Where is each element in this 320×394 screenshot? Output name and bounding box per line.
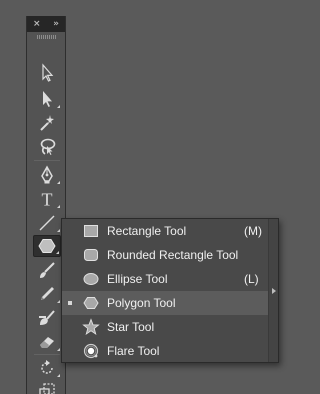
flyout-item-label: Polygon Tool [107, 296, 176, 310]
selection-tool[interactable] [33, 62, 61, 84]
selection-tool-icon [42, 63, 54, 82]
rounded-rectangle-icon [84, 249, 98, 261]
direct-selection-tool-icon [43, 91, 52, 107]
flyout-item-shortcut: (M) [244, 224, 262, 238]
flyout-item-label: Rectangle Tool [107, 224, 187, 238]
flyout-item-label: Flare Tool [107, 344, 160, 358]
flyout-item-label: Rounded Rectangle Tool [107, 248, 239, 262]
submenu-indicator-icon [57, 105, 60, 108]
flyout-item-label: Ellipse Tool [107, 272, 168, 286]
flyout-item-shortcut: (L) [244, 272, 259, 286]
tearoff-arrow-icon [272, 288, 276, 294]
submenu-indicator-icon [57, 229, 60, 232]
type-tool[interactable]: T [33, 188, 61, 210]
polygon-tool[interactable] [33, 235, 61, 257]
flyout-item-rectangle-tool[interactable]: Rectangle Tool (M) [62, 219, 269, 243]
tools-panel: × » T [26, 16, 66, 394]
blob-brush-tool[interactable] [33, 307, 61, 329]
flyout-item-rounded-rectangle-tool[interactable]: Rounded Rectangle Tool [62, 243, 269, 267]
tearoff-bar[interactable] [268, 219, 278, 362]
submenu-indicator-icon [57, 205, 60, 208]
magic-wand-tool-icon [40, 115, 54, 131]
flyout-item-polygon-tool[interactable]: Polygon Tool [62, 291, 269, 315]
rotate-tool-icon [41, 360, 53, 374]
type-tool-glyph: T [42, 190, 53, 210]
pen-tool-icon [41, 165, 53, 184]
submenu-indicator-icon [57, 348, 60, 351]
eraser-tool-icon [40, 337, 54, 348]
line-segment-tool[interactable] [33, 212, 61, 234]
eraser-tool[interactable] [33, 331, 61, 353]
submenu-indicator-icon [56, 251, 59, 254]
rotate-tool[interactable] [33, 357, 61, 379]
magic-wand-tool[interactable] [33, 112, 61, 134]
scale-tool[interactable] [33, 380, 61, 394]
panel-grip[interactable] [37, 35, 56, 39]
flyout-item-ellipse-tool[interactable]: Ellipse Tool (L) [62, 267, 269, 291]
panel-header: × » [27, 16, 65, 32]
blob-brush-tool-icon [39, 310, 55, 325]
pencil-tool[interactable] [33, 283, 61, 305]
lasso-tool-icon [40, 138, 56, 155]
close-panel-button[interactable]: × [33, 16, 41, 32]
submenu-indicator-icon [57, 181, 60, 184]
collapse-panel-button[interactable]: » [53, 16, 59, 32]
polygon-tool-icon [38, 239, 56, 253]
lasso-tool[interactable] [33, 136, 61, 158]
line-segment-tool-icon [39, 215, 55, 231]
polygon-icon [83, 297, 99, 309]
paintbrush-tool[interactable] [33, 259, 61, 281]
type-tool-icon: T [42, 190, 53, 210]
flyout-item-label: Star Tool [107, 320, 155, 334]
star-icon [82, 318, 100, 336]
toolbar-divider [34, 354, 60, 355]
ellipse-icon [83, 273, 99, 285]
submenu-indicator-icon [57, 374, 60, 377]
submenu-indicator-icon [57, 300, 60, 303]
toolbar-divider [34, 160, 60, 161]
rectangle-icon [84, 225, 98, 237]
pen-tool[interactable] [33, 164, 61, 186]
flyout-item-star-tool[interactable]: Star Tool [62, 315, 269, 339]
pencil-tool-icon [41, 287, 54, 300]
scale-tool-icon [39, 383, 55, 394]
direct-selection-tool[interactable] [33, 88, 61, 110]
shape-tools-flyout: Rectangle Tool (M) Rounded Rectangle Too… [61, 218, 279, 363]
flare-icon [83, 343, 99, 359]
flyout-item-flare-tool[interactable]: Flare Tool [62, 339, 269, 363]
paintbrush-tool-icon [40, 262, 55, 278]
current-tool-marker [68, 301, 72, 305]
